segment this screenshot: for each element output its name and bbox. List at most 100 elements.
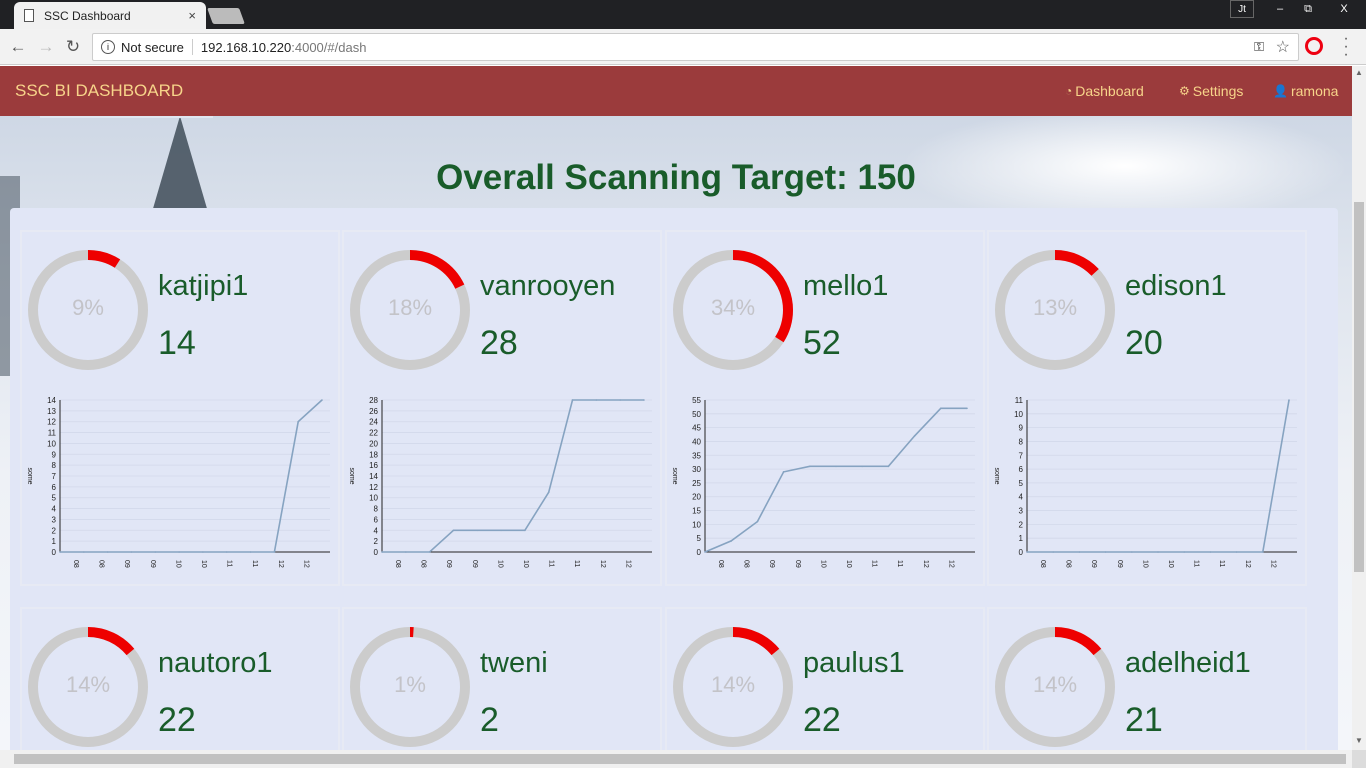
- new-tab-button[interactable]: [207, 8, 245, 24]
- y-tick-label: 2: [1019, 520, 1024, 529]
- x-tick-label: 09: [445, 560, 452, 568]
- y-tick-label: 12: [369, 483, 378, 492]
- y-tick-label: 24: [369, 418, 378, 427]
- tab-ssc-dashboard[interactable]: SSC Dashboard ×: [14, 2, 206, 29]
- user-card: 14% paulus1 22: [665, 607, 985, 750]
- user-name: katjipi1: [158, 270, 249, 302]
- vertical-scrollbar[interactable]: ▲ ▼: [1352, 66, 1366, 750]
- scrollbar-thumb[interactable]: [1354, 202, 1364, 572]
- nav-label: Dashboard: [1075, 83, 1144, 99]
- y-tick-label: 0: [52, 548, 57, 557]
- horizontal-scrollbar[interactable]: [0, 750, 1352, 768]
- y-tick-label: 1: [52, 537, 57, 546]
- divider: [191, 39, 193, 55]
- series-point: [381, 551, 383, 553]
- app-viewport: SSC BI DASHBOARD ◔ Dashboard ⚙ Settings …: [0, 66, 1352, 750]
- address-bar[interactable]: i Not secure 192.168.10.220 :4000/#/dash…: [92, 33, 1299, 61]
- nav-label: ramona: [1290, 83, 1339, 99]
- x-tick-label: 12: [922, 560, 929, 568]
- y-tick-label: 14: [369, 472, 378, 481]
- info-icon[interactable]: i: [101, 40, 115, 54]
- percent-label: 18%: [387, 295, 433, 320]
- x-tick-label: 10: [200, 560, 207, 568]
- y-tick-label: 12: [47, 418, 56, 427]
- reload-icon[interactable]: ↻: [63, 37, 83, 57]
- dashboard-icon: ◔: [1065, 84, 1073, 98]
- x-tick-label: 11: [548, 560, 555, 567]
- back-arrow-icon[interactable]: ←: [8, 37, 28, 57]
- y-tick-label: 3: [1019, 507, 1024, 516]
- series-point: [887, 465, 890, 468]
- user-name: vanrooyen: [480, 270, 616, 302]
- x-tick-label: 12: [599, 560, 606, 568]
- series-point: [782, 471, 785, 473]
- series-point: [524, 529, 526, 532]
- percent-label: 13%: [1032, 295, 1078, 320]
- y-tick-label: 4: [374, 526, 379, 535]
- x-tick-label: 10: [845, 560, 852, 568]
- brand-link[interactable]: SSC BI DASHBOARD: [15, 81, 183, 101]
- series-point: [249, 551, 252, 553]
- nav-label: Settings: [1192, 83, 1244, 99]
- x-tick-label: 09: [768, 560, 775, 568]
- y-tick-label: 5: [52, 494, 57, 503]
- user-name: nautoro1: [158, 647, 273, 679]
- scroll-up-arrow-icon[interactable]: ▲: [1352, 68, 1366, 77]
- bookmark-star-icon[interactable]: ☆: [1276, 37, 1290, 57]
- series-point: [547, 491, 550, 494]
- scan-count: 21: [1125, 701, 1163, 739]
- series-point: [619, 399, 621, 401]
- y-tick-label: 55: [692, 396, 701, 405]
- user-name: tweni: [480, 647, 548, 679]
- x-tick-label: 09: [794, 560, 801, 568]
- y-tick-label: 1: [1019, 534, 1024, 543]
- x-tick-label: 11: [871, 560, 878, 567]
- x-tick-label: 08: [98, 560, 105, 568]
- x-tick-label: 10: [1167, 560, 1174, 568]
- minimize-button[interactable]: –: [1266, 0, 1294, 18]
- y-tick-label: 9: [1019, 424, 1024, 433]
- nav-user-link[interactable]: 👤 ramona: [1273, 83, 1338, 99]
- scrollbar-thumb[interactable]: [14, 754, 1346, 764]
- x-tick-label: 11: [896, 560, 903, 567]
- series-point: [1131, 551, 1133, 553]
- y-tick-label: 10: [369, 494, 378, 503]
- scan-count: 14: [158, 324, 196, 362]
- series-point: [1288, 399, 1290, 401]
- nav-dashboard-link[interactable]: ◔ Dashboard: [1065, 83, 1144, 99]
- series-line: [704, 407, 967, 553]
- x-tick-label: 11: [573, 560, 580, 567]
- y-tick-label: 40: [692, 437, 701, 446]
- series-point: [452, 529, 455, 532]
- scroll-down-arrow-icon[interactable]: ▼: [1352, 736, 1366, 745]
- y-axis-label: some: [348, 467, 355, 484]
- x-tick-label: 08: [717, 560, 724, 568]
- series-point: [106, 551, 109, 553]
- x-tick-label: 12: [1269, 560, 1276, 568]
- scan-line-chart: 0246810121416182022242628some08 08 09 09 10 1…: [348, 396, 652, 568]
- y-tick-label: 25: [692, 479, 701, 488]
- key-icon[interactable]: ⚿: [1254, 39, 1264, 55]
- user-name: paulus1: [803, 647, 905, 679]
- series-point: [940, 407, 942, 410]
- x-tick-label: 08: [1065, 560, 1072, 568]
- menu-dots-icon[interactable]: · · ·: [1340, 31, 1352, 63]
- profile-button[interactable]: Jt: [1230, 0, 1254, 18]
- series-point: [966, 407, 968, 410]
- forward-arrow-icon[interactable]: →: [36, 37, 56, 57]
- series-point: [861, 465, 863, 468]
- close-window-button[interactable]: X: [1322, 0, 1366, 18]
- tab-close-icon[interactable]: ×: [188, 8, 196, 23]
- x-tick-label: 09: [1116, 560, 1123, 568]
- page-title: Overall Scanning Target: 150: [436, 158, 916, 197]
- y-tick-label: 8: [52, 461, 57, 470]
- series-point: [154, 551, 157, 553]
- nav-settings-link[interactable]: ⚙ Settings: [1179, 83, 1243, 99]
- restore-button[interactable]: ⧉: [1294, 0, 1322, 18]
- url-path: :4000/#/dash: [291, 39, 367, 55]
- percent-label: 14%: [65, 672, 111, 697]
- series-line: [1027, 399, 1290, 553]
- series-point: [321, 399, 323, 401]
- opera-icon[interactable]: [1305, 37, 1323, 55]
- y-tick-label: 18: [369, 450, 378, 459]
